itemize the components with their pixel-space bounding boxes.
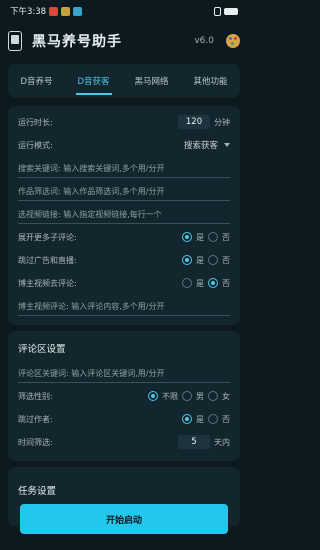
status-bar: 下午3:38	[0, 0, 248, 22]
time-filter-row: 时间筛选: 5 天内	[18, 432, 230, 452]
time-filter-unit: 天内	[214, 437, 230, 447]
expand-comments-row: 展开更多子评论: 是 否	[18, 227, 230, 247]
comment-keyword-input[interactable]: 评论区关键词: 输入评论区关键词,用/分开	[18, 363, 230, 383]
chevron-down-icon	[224, 143, 230, 147]
notification-icon	[49, 6, 59, 16]
skip-ads-radio-group: 是 否	[182, 255, 230, 266]
skip-author-yes-radio[interactable]	[182, 414, 192, 424]
blogger-dedupe-label: 博主视频去评论:	[18, 278, 77, 288]
duration-unit: 分钟	[214, 117, 230, 127]
time-filter-input[interactable]: 5	[178, 435, 210, 449]
mode-row[interactable]: 运行模式: 搜索获客	[18, 135, 230, 155]
tab-bar: D音养号 D音获客 黑马网络 其他功能	[8, 64, 240, 98]
gender-male-radio[interactable]	[182, 391, 192, 401]
run-settings-card: 运行时长: 120 分钟 运行模式: 搜索获客 搜索关键词: 输入搜索关键词,多…	[8, 106, 240, 325]
blogger-dedupe-row: 博主视频去评论: 是 否	[18, 273, 230, 293]
status-time: 下午3:38	[10, 7, 47, 17]
skip-ads-row: 跳过广告和直播: 是 否	[18, 250, 230, 270]
skip-author-radio-group: 是 否	[182, 414, 230, 425]
notification-icon	[73, 6, 83, 16]
app-bar: 黑马养号助手 v6.0	[0, 22, 248, 60]
gender-any-radio[interactable]	[148, 391, 158, 401]
duration-input[interactable]: 120	[178, 115, 210, 129]
comment-section-title: 评论区设置	[18, 344, 66, 355]
skip-author-label: 跳过作者:	[18, 414, 53, 424]
skip-author-no-radio[interactable]	[208, 414, 218, 424]
search-keyword-input[interactable]: 搜索关键词: 输入搜索关键词,多个用/分开	[18, 158, 230, 178]
time-filter-label: 时间筛选:	[18, 437, 53, 447]
expand-comments-label: 展开更多子评论:	[18, 232, 77, 242]
gender-label: 筛选性别:	[18, 391, 53, 401]
task-section-title: 任务设置	[18, 486, 57, 497]
gender-radio-group: 不限 男 女	[148, 391, 230, 402]
phone-icon	[8, 31, 22, 51]
duration-row: 运行时长: 120 分钟	[18, 112, 230, 132]
palette-icon[interactable]	[226, 34, 240, 48]
gender-row: 筛选性别: 不限 男 女	[18, 386, 230, 406]
expand-yes-radio[interactable]	[182, 232, 192, 242]
tab-d-yanghao[interactable]: D音养号	[18, 71, 54, 91]
tab-other-functions[interactable]: 其他功能	[192, 71, 230, 91]
tab-heima-network[interactable]: 黑马网络	[133, 71, 171, 91]
battery-icon	[224, 7, 238, 15]
notification-icon	[61, 6, 71, 16]
blogger-comment-input[interactable]: 博主视频评论: 输入评论内容,多个用/分开	[18, 296, 230, 316]
expand-no-radio[interactable]	[208, 232, 218, 242]
blogger-dedupe-no-radio[interactable]	[208, 278, 218, 288]
tab-d-huoke[interactable]: D音获客	[75, 71, 112, 95]
gender-female-radio[interactable]	[208, 391, 218, 401]
skip-author-row: 跳过作者: 是 否	[18, 409, 230, 429]
skip-ads-label: 跳过广告和直播:	[18, 255, 77, 265]
blogger-dedupe-yes-radio[interactable]	[182, 278, 192, 288]
signal-icon	[214, 6, 221, 16]
app-version: v6.0	[194, 36, 214, 46]
video-link-input[interactable]: 选视频链接: 输入指定视频链接,每行一个	[18, 204, 230, 224]
comment-settings-card: 评论区设置 评论区关键词: 输入评论区关键词,用/分开 筛选性别: 不限 男 女…	[8, 331, 240, 461]
mode-select[interactable]: 搜索获客	[184, 139, 218, 151]
works-filter-input[interactable]: 作品筛选词: 输入作品筛选词,多个用/分开	[18, 181, 230, 201]
start-button[interactable]: 开始启动	[20, 504, 228, 534]
mode-label: 运行模式:	[18, 140, 53, 150]
skip-ads-yes-radio[interactable]	[182, 255, 192, 265]
blogger-dedupe-radio-group: 是 否	[182, 278, 230, 289]
duration-label: 运行时长:	[18, 117, 53, 127]
expand-comments-radio-group: 是 否	[182, 232, 230, 243]
app-title: 黑马养号助手	[32, 34, 122, 50]
skip-ads-no-radio[interactable]	[208, 255, 218, 265]
